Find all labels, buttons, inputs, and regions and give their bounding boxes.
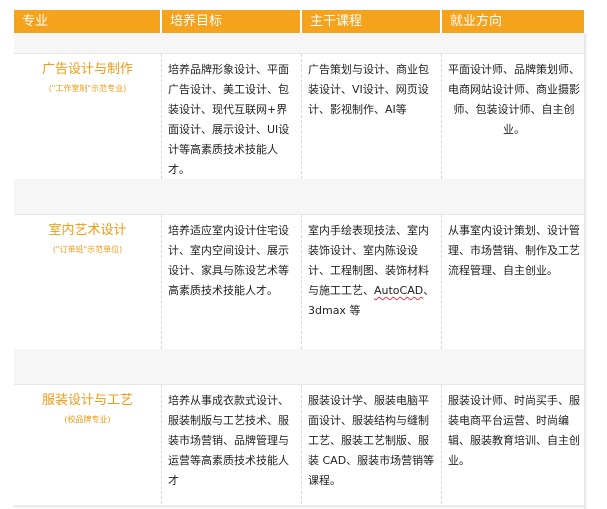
header-major: 专业 [14, 10, 162, 33]
table-row: 服装设计与工艺 (校品牌专业) 培养从事成衣款式设计、服装制版与工艺技术、服装市… [14, 385, 584, 509]
majors-table: 专业 培养目标 主干课程 就业方向 广告设计与制作 ("工作室制"示范专业) 培… [14, 10, 584, 509]
table-row: 室内艺术设计 ("订单班"示范单位) 培养适应室内设计住宅设计、室内空间设计、展… [14, 215, 584, 349]
career-cell: 平面设计师、品牌策划师、电商网站设计师、商业摄影师、包装设计师、自主创业。 [448, 63, 580, 136]
page-shadow-right [584, 33, 588, 509]
spellcheck-marked-word: AutoCAD [374, 284, 424, 297]
courses-cell: 服装设计学、服装电脑平面设计、服装结构与缝制工艺、服装工艺制版、服装 CAD、服… [302, 385, 442, 509]
major-name: 广告设计与制作 [41, 62, 133, 77]
goal-cell: 培养品牌形象设计、平面广告设计、美工设计、包装设计、现代互联网+界面设计、展示设… [162, 54, 302, 179]
page-shadow-bottom [14, 505, 584, 509]
major-cell: 广告设计与制作 ("工作室制"示范专业) [14, 54, 162, 179]
major-cell: 室内艺术设计 ("订单班"示范单位) [14, 215, 162, 349]
career-cell: 服装设计师、时尚买手、服装电商平台运营、时尚编辑、服装教育培训、自主创业。 [448, 394, 580, 467]
major-cell: 服装设计与工艺 (校品牌专业) [14, 385, 162, 509]
row-spacer [14, 349, 584, 385]
header-career: 就业方向 [450, 14, 503, 29]
courses-cell: 广告策划与设计、商业包装设计、VI设计、网页设计、影视制作、AI等 [302, 54, 442, 179]
major-note: ("订单班"示范单位) [52, 245, 123, 254]
major-name: 服装设计与工艺 [41, 393, 133, 408]
table-header: 专业 培养目标 主干课程 就业方向 [14, 10, 584, 33]
career-cell: 从事室内设计策划、设计管理、市场营销、制作及工艺流程管理、自主创业。 [448, 224, 580, 277]
header-goal: 培养目标 [162, 10, 302, 33]
major-note: ("工作室制"示范专业) [48, 84, 127, 93]
major-note: (校品牌专业) [64, 415, 111, 424]
major-name: 室内艺术设计 [48, 223, 127, 238]
header-courses: 主干课程 [302, 10, 442, 33]
goal-cell: 培养从事成衣款式设计、服装制版与工艺技术、服装市场营销、品牌管理与运营等高素质技… [162, 385, 302, 509]
courses-cell: 室内手绘表现技法、室内装饰设计、室内陈设设计、工程制图、装饰材料与施工工艺、Au… [302, 215, 442, 349]
row-spacer [14, 33, 584, 54]
table-row: 广告设计与制作 ("工作室制"示范专业) 培养品牌形象设计、平面广告设计、美工设… [14, 54, 584, 179]
goal-cell: 培养适应室内设计住宅设计、室内空间设计、展示设计、家具与陈设艺术等高素质技术技能… [162, 215, 302, 349]
row-spacer [14, 179, 584, 215]
